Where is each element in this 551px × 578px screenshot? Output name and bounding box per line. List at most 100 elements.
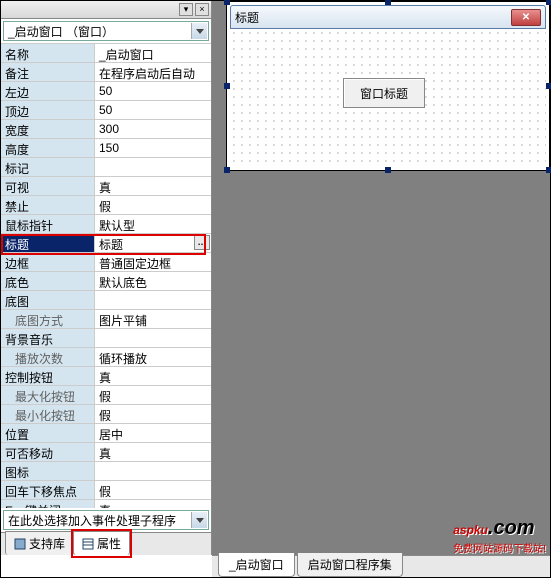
prop-label: 禁止 [1,196,95,214]
prop-label: 底图方式 [1,310,95,328]
prop-label: 标记 [1,158,95,176]
prop-value[interactable] [95,462,211,480]
prop-row[interactable]: 标记 [1,158,211,177]
prop-row[interactable]: 左边50 [1,82,211,101]
resize-handle[interactable] [385,167,391,173]
object-selector[interactable]: _启动窗口 （窗口） [3,21,209,41]
prop-row[interactable]: 鼠标指针默认型 [1,215,211,234]
prop-value[interactable]: 默认型 [95,215,211,233]
resize-handle[interactable] [385,0,391,5]
prop-row[interactable]: 名称_启动窗口 [1,44,211,63]
prop-value[interactable]: 真 [95,367,211,385]
prop-value[interactable]: 标题… [95,234,211,252]
prop-label: Esc键关闭 [1,500,95,508]
prop-label: 宽度 [1,120,95,138]
chevron-down-icon[interactable] [191,23,207,39]
prop-row[interactable]: 播放次数循环播放 [1,348,211,367]
prop-row[interactable]: 回车下移焦点假 [1,481,211,500]
prop-value[interactable] [95,291,211,309]
prop-value[interactable]: 普通固定边框 [95,253,211,271]
prop-row[interactable]: 边框普通固定边框 [1,253,211,272]
prop-label: 回车下移焦点 [1,481,95,499]
resize-handle[interactable] [546,167,551,173]
prop-label: 高度 [1,139,95,157]
prop-row[interactable]: 禁止假 [1,196,211,215]
prop-label: 标题 [1,234,95,252]
watermark: aspku.com 免费网站源码下载站! [453,514,546,555]
form-designer[interactable]: 标题 ✕ 窗口标题 [226,1,550,171]
prop-row[interactable]: 位置居中 [1,424,211,443]
prop-value[interactable]: 在程序启动后自动 [95,63,211,81]
properties-icon [82,538,94,550]
prop-value[interactable]: 假 [95,196,211,214]
prop-value[interactable]: 150 [95,139,211,157]
prop-label: 顶边 [1,101,95,119]
property-grid[interactable]: 名称_启动窗口备注在程序启动后自动左边50顶边50宽度300高度150标记可视真… [1,43,211,508]
close-icon[interactable]: ✕ [511,9,541,26]
prop-row[interactable]: 高度150 [1,139,211,158]
chevron-down-icon[interactable] [191,512,207,528]
prop-label: 备注 [1,63,95,81]
object-selector-text: _启动窗口 （窗口） [8,23,114,40]
prop-label: 左边 [1,82,95,100]
resize-handle[interactable] [224,0,230,5]
resize-handle[interactable] [224,83,230,89]
prop-value[interactable]: 图片平铺 [95,310,211,328]
prop-row[interactable]: 底图方式图片平铺 [1,310,211,329]
prop-row[interactable]: 控制按钮真 [1,367,211,386]
properties-panel: ▾ × _启动窗口 （窗口） 名称_启动窗口备注在程序启动后自动左边50顶边50… [1,1,212,555]
prop-value[interactable]: 默认底色 [95,272,211,290]
panel-tabs: 支持库 属性 [1,532,211,555]
resize-handle[interactable] [224,167,230,173]
prop-value[interactable]: 真 [95,177,211,195]
prop-value[interactable]: 居中 [95,424,211,442]
prop-value[interactable]: 真 [95,500,211,508]
form-title-text: 标题 [235,9,259,26]
prop-value[interactable]: 50 [95,101,211,119]
prop-row[interactable]: 可视真 [1,177,211,196]
prop-label: 控制按钮 [1,367,95,385]
prop-value[interactable] [95,158,211,176]
tab-support-lib[interactable]: 支持库 [5,531,74,555]
tab-startup-assembly[interactable]: 启动窗口程序集 [297,553,403,577]
prop-row[interactable]: 标题标题… [1,234,211,253]
prop-value[interactable]: 50 [95,82,211,100]
prop-value[interactable]: 真 [95,443,211,461]
prop-row[interactable]: Esc键关闭真 [1,500,211,508]
tab-startup-window[interactable]: _启动窗口 [218,553,295,577]
prop-row[interactable]: 图标 [1,462,211,481]
prop-row[interactable]: 背景音乐 [1,329,211,348]
prop-label: 最小化按钮 [1,405,95,423]
prop-value[interactable]: 循环播放 [95,348,211,366]
design-area: 标题 ✕ 窗口标题 [212,1,550,555]
prop-row[interactable]: 宽度300 [1,120,211,139]
prop-row[interactable]: 可否移动真 [1,443,211,462]
prop-value[interactable]: 假 [95,481,211,499]
resize-handle[interactable] [546,83,551,89]
prop-value[interactable]: 假 [95,405,211,423]
panel-header: ▾ × [1,1,211,19]
prop-label: 边框 [1,253,95,271]
resize-handle[interactable] [546,0,551,5]
panel-close-icon[interactable]: × [195,3,209,16]
panel-pin-icon[interactable]: ▾ [179,3,193,16]
form-titlebar: 标题 ✕ [230,5,546,29]
ellipsis-button[interactable]: … [194,235,210,250]
prop-label: 图标 [1,462,95,480]
prop-row[interactable]: 顶边50 [1,101,211,120]
prop-value[interactable]: _启动窗口 [95,44,211,62]
prop-value[interactable] [95,329,211,347]
prop-row[interactable]: 底图 [1,291,211,310]
prop-label: 背景音乐 [1,329,95,347]
prop-label: 可视 [1,177,95,195]
prop-row[interactable]: 备注在程序启动后自动 [1,63,211,82]
designed-button[interactable]: 窗口标题 [343,78,425,108]
prop-label: 底图 [1,291,95,309]
prop-row[interactable]: 最大化按钮假 [1,386,211,405]
prop-value[interactable]: 300 [95,120,211,138]
prop-row[interactable]: 最小化按钮假 [1,405,211,424]
prop-row[interactable]: 底色默认底色 [1,272,211,291]
prop-value[interactable]: 假 [95,386,211,404]
tab-properties[interactable]: 属性 [73,531,130,555]
event-selector[interactable]: 在此处选择加入事件处理子程序 [3,510,209,530]
